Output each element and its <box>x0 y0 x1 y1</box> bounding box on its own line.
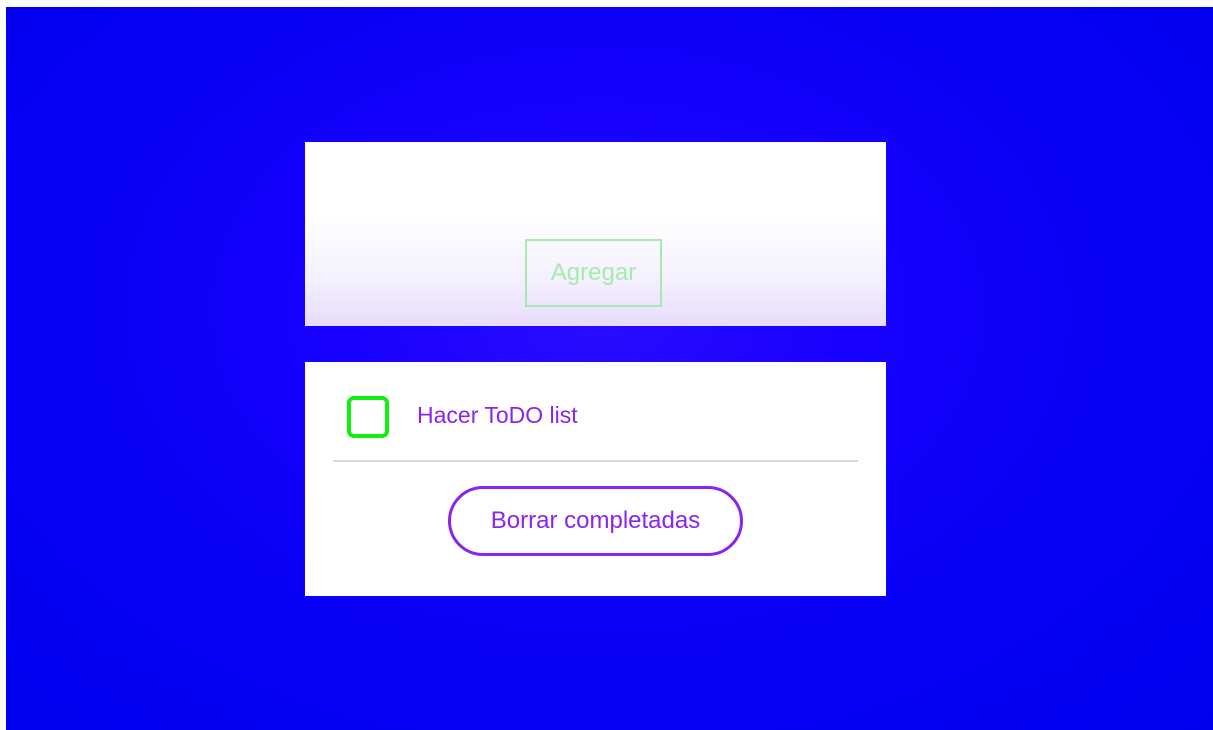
app-background: Agregar Hacer ToDO list Borrar completad… <box>6 7 1213 730</box>
add-todo-form: Agregar <box>305 142 886 326</box>
todo-list-card: Hacer ToDO list Borrar completadas <box>305 362 886 596</box>
todo-checkbox[interactable] <box>347 396 389 438</box>
add-button[interactable]: Agregar <box>525 239 662 307</box>
todo-item-label: Hacer ToDO list <box>417 402 578 428</box>
todo-item: Hacer ToDO list <box>333 362 858 462</box>
clear-completed-button[interactable]: Borrar completadas <box>448 486 743 556</box>
